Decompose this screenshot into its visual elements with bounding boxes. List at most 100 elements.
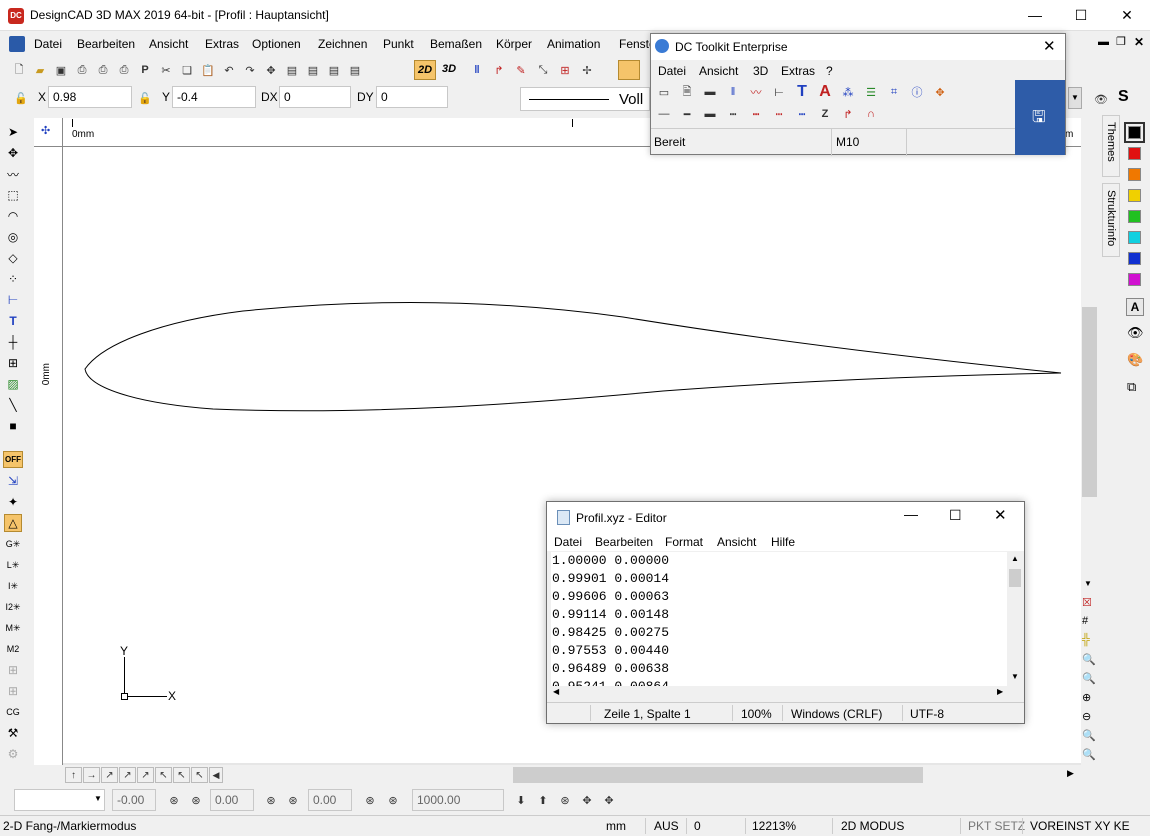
walk-right-icon[interactable]: ✥ [578,791,596,809]
snap-i2-icon[interactable]: I2✳ [4,598,22,616]
arrow-right-icon[interactable]: → [83,767,100,783]
transform-icon[interactable]: ✢ [578,61,596,79]
arrow-nw-low-icon[interactable]: ↖ [173,767,190,783]
lock-y-icon[interactable]: 🔓 [136,89,154,107]
editor-menu-ansicht[interactable]: Ansicht [717,535,756,549]
color-swatch-red[interactable] [1128,147,1141,160]
color-swatch-black[interactable] [1128,126,1141,139]
text-icon[interactable]: T [4,312,22,330]
editor-maximize-icon[interactable]: ☐ [949,507,962,524]
cross-icon[interactable]: ┼ [4,333,22,351]
mdi-close-icon[interactable]: ✕ [1134,35,1144,49]
editor-scroll-right-icon[interactable]: ▶ [997,687,1003,696]
color-swatch-cyan[interactable] [1128,231,1141,244]
mdi-restore-icon[interactable]: ❐ [1116,35,1126,48]
snap-i-icon[interactable]: I✳ [4,577,22,595]
zoom-window-icon[interactable]: 🔍 [1082,653,1098,672]
editor-text-area[interactable]: 1.00000 0.00000 0.99901 0.00014 0.99606 … [551,552,1007,686]
grid-snap-toggle-icon[interactable]: ╬ [1082,634,1098,653]
move-icon[interactable]: ✥ [4,144,22,162]
eye-icon[interactable]: 👁 [1092,90,1110,108]
redo-icon[interactable]: ↷ [241,61,259,79]
close-button[interactable]: ✕ [1104,0,1150,31]
walk-left-icon[interactable]: ⊛ [556,791,574,809]
pointer-icon[interactable]: ➤ [4,123,22,141]
color-swatch-blue[interactable] [1128,252,1141,265]
box-icon[interactable]: ⬚ [4,186,22,204]
arrow-ne-steep-icon[interactable]: ↗ [137,767,154,783]
grid-snap-icon[interactable]: ⊞ [4,661,22,679]
walk-pan-icon[interactable]: ✥ [600,791,618,809]
cut-icon[interactable]: ✂ [157,61,175,79]
view-icon-3[interactable]: ▤ [325,61,343,79]
orbit-icon-1[interactable]: ⊛ [165,791,183,809]
menu-punkt[interactable]: Punkt [383,37,414,51]
dctk-menu-3d[interactable]: 3D [753,64,768,78]
polyline-icon[interactable]: 〰 [4,165,22,183]
editor-menu-hilfe[interactable]: Hilfe [771,535,795,549]
dctk-dashed-red-icon[interactable]: ┅ [747,105,765,123]
linetype-dropdown-icon[interactable]: ▼ [1068,87,1082,109]
grid-snap-2-icon[interactable]: ⊞ [4,682,22,700]
save-icon[interactable]: ▣ [52,61,70,79]
snap-m-icon[interactable]: M✳ [4,619,22,637]
snap-off-button[interactable]: OFF [3,451,23,468]
editor-close-icon[interactable]: ✕ [994,506,1007,524]
group-icon[interactable]: ⊞ [4,354,22,372]
hatch-icon[interactable]: ▨ [4,375,22,393]
dctk-layers-icon[interactable]: ☰ [862,83,880,101]
menu-zeichnen[interactable]: Zeichnen [318,37,367,51]
color-swatch-magenta[interactable] [1128,273,1141,286]
dimension-icon[interactable]: ⊢ [4,291,22,309]
line-icon[interactable]: ╲ [4,396,22,414]
shape-icon[interactable]: ◇ [4,249,22,267]
mdi-minimize-icon[interactable]: ▬ [1098,36,1109,48]
menu-optionen[interactable]: Optionen [252,37,301,51]
dctk-tangent-icon[interactable]: ↱ [839,105,857,123]
snap-m2-icon[interactable]: M2 [4,640,22,658]
zoom-disabled-icon[interactable]: 🔍 [1082,748,1098,767]
arrow-ne-low-icon[interactable]: ↗ [101,767,118,783]
doc-icon[interactable] [9,36,25,52]
orbit-icon-5[interactable]: ⊛ [361,791,379,809]
x-input[interactable] [48,86,132,108]
dctk-menu-extras[interactable]: Extras [781,64,815,78]
lock-x-icon[interactable]: 🔓 [12,89,30,107]
dctk-z-icon[interactable]: Z [816,105,834,123]
dctk-menu-ansicht[interactable]: Ansicht [699,64,738,78]
print-preview-icon[interactable]: ⎙ [94,61,112,79]
frame-toggle-button[interactable] [618,60,640,80]
menu-koerper[interactable]: Körper [496,37,532,51]
menu-animation[interactable]: Animation [547,37,600,51]
dctk-line-med-icon[interactable]: ━ [678,105,696,123]
palette-icon[interactable]: 🎨 [1127,352,1143,368]
ruler-corner[interactable]: ✣ [34,118,63,147]
fill-icon[interactable]: ■ [4,417,22,435]
field-3[interactable]: 0.00 [308,789,352,811]
s-icon[interactable]: S [1118,88,1129,106]
snap-l-icon[interactable]: L✳ [4,556,22,574]
handles-icon[interactable]: ⊞ [556,61,574,79]
dctk-wave-icon[interactable]: 〰 [747,83,765,101]
zoom-extents-icon[interactable]: 🔍 [1082,672,1098,691]
minimize-button[interactable]: — [1012,0,1058,31]
editor-scroll-down-icon[interactable]: ▼ [1011,672,1019,681]
snap-arrow-icon[interactable]: ↱ [490,61,508,79]
dctk-nodes-icon[interactable]: ⁂ [839,83,857,101]
2d-mode-button[interactable]: 2D [414,60,436,80]
color-swatch-orange[interactable] [1128,168,1141,181]
pen-icon[interactable]: ✎ [512,61,530,79]
print-icon[interactable]: ⎙ [73,61,91,79]
undo-icon[interactable]: ↶ [220,61,238,79]
orbit-icon-3[interactable]: ⊛ [262,791,280,809]
editor-vscroll[interactable]: ▲ ▼ [1007,552,1023,686]
field-4[interactable]: 1000.00 [412,789,504,811]
color-swatch-yellow[interactable] [1128,189,1141,202]
dctk-align-icon[interactable]: ⌗ [885,83,903,101]
gear-icon[interactable]: ⚙ [4,745,22,763]
editor-menu-bearbeiten[interactable]: Bearbeiten [595,535,653,549]
dctk-dashed-blue-icon[interactable]: ┅ [793,105,811,123]
orbit-icon-6[interactable]: ⊛ [384,791,402,809]
grid-icon[interactable]: # [1082,615,1098,634]
dctk-text-icon[interactable]: T [793,83,811,101]
